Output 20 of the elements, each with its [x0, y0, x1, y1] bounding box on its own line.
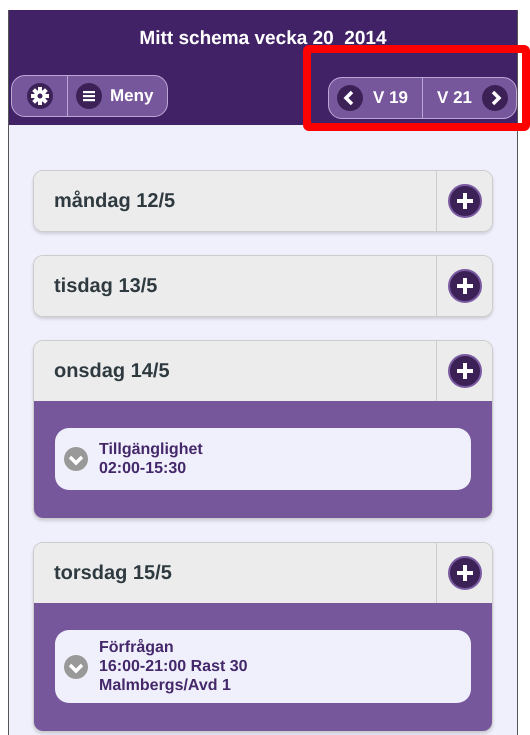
chevron-down-icon [63, 654, 89, 680]
event-text: 16:00-21:00 Rast 30 [99, 657, 248, 676]
event-text: Tillgänglighet [99, 440, 203, 459]
settings-icon [26, 82, 52, 108]
event-item[interactable]: Tillgänglighet 02:00-15:30 [55, 428, 471, 490]
plus-icon [448, 354, 482, 388]
chevron-right-icon [482, 84, 508, 110]
page-title: Mitt schema vecka 20 2014 [139, 27, 387, 51]
plus-icon [448, 269, 482, 303]
chevron-left-icon [337, 84, 364, 110]
menu-icon [76, 82, 102, 108]
plus-icon [448, 556, 482, 590]
plus-icon [448, 184, 482, 218]
previous-week-button[interactable]: V 19 [329, 78, 424, 118]
event-text: 02:00-15:30 [99, 459, 188, 478]
next-week-button[interactable]: V 21 [423, 78, 516, 118]
event-item[interactable]: Förfrågan 16:00-21:00 Rast 30 Malmbergs/Avd 1 [55, 630, 471, 703]
chevron-down-icon [63, 446, 89, 472]
event-text: Malmbergs/Avd 1 [99, 676, 232, 695]
event-text: Förfrågan [99, 638, 175, 657]
